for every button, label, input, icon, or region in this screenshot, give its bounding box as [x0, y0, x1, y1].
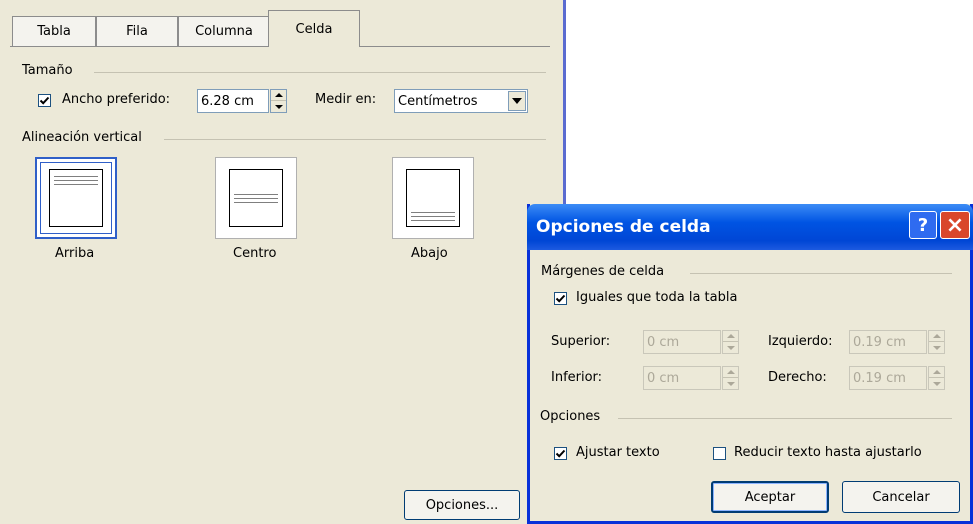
preferred-width-checkbox[interactable]: [38, 94, 51, 107]
spin-down-icon[interactable]: [929, 378, 944, 389]
top-margin-value: 0 cm: [647, 334, 680, 350]
spin-up-icon[interactable]: [271, 90, 286, 101]
margins-group-label: Márgenes de celda: [541, 264, 665, 279]
wrap-text-checkbox[interactable]: [554, 447, 567, 460]
dialog-title-bar[interactable]: Opciones de celda ? ×: [527, 204, 973, 250]
ok-button[interactable]: Aceptar: [711, 481, 829, 513]
margins-group-line: [690, 273, 952, 274]
align-bottom-label: Abajo: [411, 246, 448, 261]
preferred-width-spinner[interactable]: [270, 89, 287, 113]
measure-in-value: Centímetros: [398, 93, 478, 109]
spin-down-icon[interactable]: [929, 342, 944, 353]
preferred-width-label: Ancho preferido:: [62, 92, 171, 107]
tab-fila[interactable]: Fila: [96, 16, 178, 46]
fit-text-label: Reducir texto hasta ajustarlo: [734, 445, 922, 460]
help-glyph: ?: [917, 214, 929, 236]
spin-up-icon[interactable]: [929, 331, 944, 342]
wrap-text-label: Ajustar texto: [576, 445, 660, 460]
align-top-option[interactable]: [35, 157, 117, 239]
align-top-label: Arriba: [55, 246, 95, 261]
help-icon[interactable]: ?: [909, 211, 937, 239]
right-margin-value: 0.19 cm: [853, 370, 906, 386]
spin-down-icon[interactable]: [723, 342, 738, 353]
measure-in-label: Medir en:: [315, 92, 377, 107]
top-margin-label: Superior:: [551, 334, 611, 349]
right-margin-spinner[interactable]: [928, 366, 945, 390]
fit-text-checkbox[interactable]: [713, 447, 726, 460]
cancel-button[interactable]: Cancelar: [842, 481, 960, 513]
left-margin-field[interactable]: 0.19 cm: [849, 330, 927, 354]
spin-down-icon[interactable]: [271, 101, 286, 112]
size-group-line: [94, 72, 546, 73]
bottom-margin-label: Inferior:: [551, 370, 603, 385]
left-margin-value: 0.19 cm: [853, 334, 906, 350]
spin-up-icon[interactable]: [929, 367, 944, 378]
tab-label: Fila: [126, 24, 148, 39]
spin-up-icon[interactable]: [723, 331, 738, 342]
tab-label: Columna: [195, 24, 253, 39]
tab-label: Celda: [295, 21, 333, 37]
checkmark-icon: [39, 96, 50, 105]
vertical-alignment-label: Alineación vertical: [22, 130, 142, 145]
table-properties-panel: [0, 0, 566, 524]
options-group-line: [618, 418, 952, 419]
preferred-width-field[interactable]: 6.28 cm: [197, 89, 269, 113]
tab-celda[interactable]: Celda: [268, 10, 360, 47]
close-icon[interactable]: ×: [940, 211, 970, 239]
spin-down-icon[interactable]: [723, 378, 738, 389]
spin-up-icon[interactable]: [723, 367, 738, 378]
tab-tabla[interactable]: Tabla: [12, 16, 96, 46]
align-center-option[interactable]: [215, 157, 297, 239]
dialog-title: Opciones de celda: [536, 217, 711, 237]
tab-columna[interactable]: Columna: [178, 16, 270, 46]
right-margin-label: Derecho:: [768, 370, 827, 385]
align-top-icon: [49, 169, 103, 227]
left-margin-spinner[interactable]: [928, 330, 945, 354]
top-margin-spinner[interactable]: [722, 330, 739, 354]
options-group-label: Opciones: [540, 409, 601, 424]
preferred-width-value: 6.28 cm: [201, 93, 254, 109]
same-as-table-label: Iguales que toda la tabla: [576, 290, 738, 305]
checkmark-icon: [555, 449, 566, 458]
close-glyph: ×: [945, 212, 965, 238]
cancel-button-label: Cancelar: [872, 489, 930, 505]
top-margin-field[interactable]: 0 cm: [643, 330, 721, 354]
align-bottom-icon: [406, 169, 460, 227]
vertical-alignment-line: [164, 139, 546, 140]
checkmark-icon: [555, 294, 566, 303]
align-bottom-option[interactable]: [392, 157, 474, 239]
same-as-table-checkbox[interactable]: [554, 292, 567, 305]
bottom-margin-value: 0 cm: [647, 370, 680, 386]
tab-label: Tabla: [37, 24, 71, 39]
cell-options-dialog: [527, 204, 973, 524]
options-button[interactable]: Opciones...: [404, 490, 520, 520]
bottom-margin-field[interactable]: 0 cm: [643, 366, 721, 390]
align-center-icon: [229, 169, 283, 227]
right-margin-field[interactable]: 0.19 cm: [849, 366, 927, 390]
left-margin-label: Izquierdo:: [768, 334, 833, 349]
measure-in-select[interactable]: Centímetros: [394, 89, 528, 113]
size-group-label: Tamaño: [22, 63, 73, 78]
ok-button-label: Aceptar: [744, 489, 796, 505]
bottom-margin-spinner[interactable]: [722, 366, 739, 390]
align-center-label: Centro: [233, 246, 277, 261]
chevron-down-icon[interactable]: [508, 91, 526, 111]
options-button-label: Opciones...: [425, 497, 499, 513]
